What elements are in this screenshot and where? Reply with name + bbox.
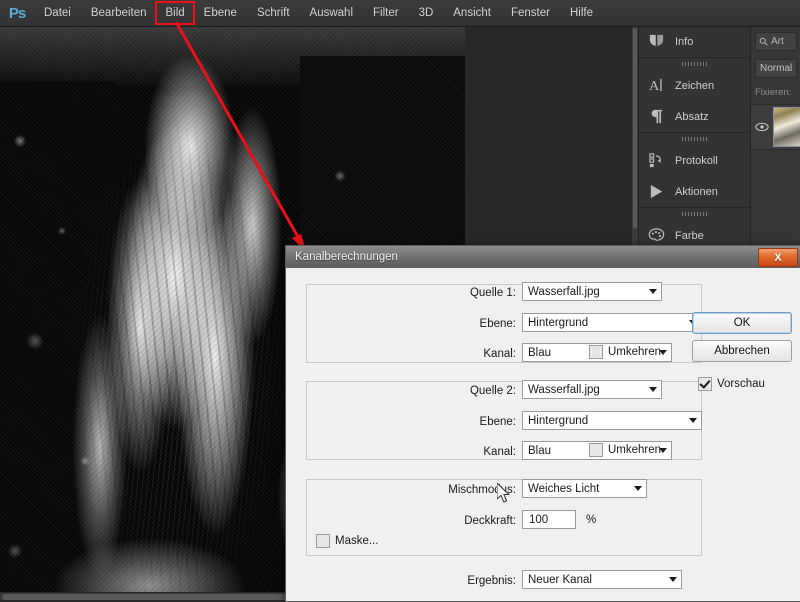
dock-group-2: Protokoll Aktionen bbox=[639, 133, 751, 208]
source2-source-select[interactable]: Wasserfall.jpg bbox=[522, 380, 662, 399]
layer-filter-label: Art bbox=[771, 36, 784, 47]
dialog-body: Quelle 1: Wasserfall.jpg Ebene: Hintergr… bbox=[286, 268, 800, 601]
source1-layer-label: Ebene: bbox=[479, 318, 516, 330]
close-icon[interactable]: X bbox=[758, 248, 798, 267]
dock-item-label: Protokoll bbox=[675, 154, 718, 167]
dock-group-1: A Zeichen Absatz bbox=[639, 58, 751, 133]
blend-mode-value: Weiches Licht bbox=[528, 482, 600, 495]
ok-button[interactable]: OK bbox=[692, 312, 792, 334]
menu-item-3d[interactable]: 3D bbox=[410, 3, 443, 23]
layer-row[interactable] bbox=[751, 104, 800, 150]
dock-item-label: Zeichen bbox=[675, 79, 715, 92]
menu-item-fenster[interactable]: Fenster bbox=[502, 3, 559, 23]
source2-layer-select[interactable]: Hintergrund bbox=[522, 411, 702, 430]
dock-item-absatz[interactable]: Absatz bbox=[639, 101, 751, 132]
source1-source-select[interactable]: Wasserfall.jpg bbox=[522, 282, 662, 301]
search-icon bbox=[759, 37, 768, 46]
paragraph-icon bbox=[647, 107, 666, 126]
menu-bar: Ps Datei Bearbeiten Bild Ebene Schrift Auswah… bbox=[0, 0, 800, 27]
source2-layer-label: Ebene: bbox=[479, 416, 516, 428]
source2-source-value: Wasserfall.jpg bbox=[528, 383, 600, 396]
menu-item-hilfe[interactable]: Hilfe bbox=[561, 3, 602, 23]
dock-group-0: Info bbox=[639, 26, 751, 58]
result-value: Neuer Kanal bbox=[528, 573, 592, 586]
info-icon bbox=[647, 32, 666, 51]
dock-item-label: Farbe bbox=[675, 229, 704, 242]
character-icon: A bbox=[647, 76, 666, 95]
dock-item-label: Info bbox=[675, 35, 694, 48]
source1-invert-checkbox[interactable]: Umkehren bbox=[589, 345, 661, 359]
layer-blend-mode-select[interactable]: Normal bbox=[755, 59, 797, 78]
dock-grip-handle[interactable] bbox=[639, 58, 751, 70]
source2-invert-label: Umkehren bbox=[608, 444, 662, 456]
mask-label: Maske... bbox=[335, 535, 379, 547]
scrollbar-thumb[interactable] bbox=[633, 28, 637, 228]
color-palette-icon bbox=[647, 226, 666, 245]
menu-item-auswahl[interactable]: Auswahl bbox=[301, 3, 362, 23]
preview-label: Vorschau bbox=[717, 378, 765, 390]
opacity-label: Deckkraft: bbox=[464, 515, 516, 527]
dialog-title: Kanalberechnungen bbox=[295, 251, 398, 263]
blend-mode-label: Mischmodus: bbox=[448, 484, 516, 496]
dock-grip-handle[interactable] bbox=[639, 208, 751, 220]
menu-item-bearbeiten[interactable]: Bearbeiten bbox=[82, 3, 156, 23]
dock-item-label: Aktionen bbox=[675, 185, 718, 198]
kanalberechnungen-dialog: Kanalberechnungen X Quelle 1: Wasserfall… bbox=[285, 245, 800, 602]
blend-mode-select[interactable]: Weiches Licht bbox=[522, 479, 647, 498]
source1-invert-label: Umkehren bbox=[608, 346, 662, 358]
menu-item-datei[interactable]: Datei bbox=[35, 3, 80, 23]
history-icon bbox=[647, 151, 666, 170]
source2-source-label: Quelle 2: bbox=[469, 385, 516, 397]
layer-thumbnail[interactable] bbox=[772, 107, 800, 147]
source2-layer-value: Hintergrund bbox=[528, 414, 589, 427]
dock-item-aktionen[interactable]: Aktionen bbox=[639, 176, 751, 207]
menu-item-filter[interactable]: Filter bbox=[364, 3, 408, 23]
source2-channel-label: Kanal: bbox=[483, 446, 516, 458]
checkbox-box bbox=[698, 377, 712, 391]
dialog-titlebar[interactable]: Kanalberechnungen X bbox=[286, 246, 800, 269]
menu-item-ansicht[interactable]: Ansicht bbox=[444, 3, 500, 23]
dock-item-info[interactable]: Info bbox=[639, 26, 751, 57]
actions-play-icon bbox=[647, 182, 666, 201]
checkbox-box bbox=[316, 534, 330, 548]
result-select[interactable]: Neuer Kanal bbox=[522, 570, 682, 589]
checkbox-box bbox=[589, 345, 603, 359]
svg-text:A: A bbox=[649, 78, 660, 94]
dock-grip-handle[interactable] bbox=[639, 133, 751, 145]
dock-item-protokoll[interactable]: Protokoll bbox=[639, 145, 751, 176]
dock-item-zeichen[interactable]: A Zeichen bbox=[639, 70, 751, 101]
chevron-down-icon bbox=[645, 289, 661, 294]
dock-item-label: Absatz bbox=[675, 110, 709, 123]
visibility-eye-icon[interactable] bbox=[754, 119, 770, 135]
menu-items: Datei Bearbeiten Bild Ebene Schrift Auswahl Fi… bbox=[34, 1, 603, 25]
layer-lock-label: Fixieren: bbox=[755, 87, 792, 98]
result-label: Ergebnis: bbox=[467, 575, 516, 587]
source1-source-value: Wasserfall.jpg bbox=[528, 285, 600, 298]
mask-checkbox[interactable]: Maske... bbox=[316, 534, 378, 548]
opacity-input[interactable]: 100 bbox=[522, 510, 576, 529]
preview-checkbox[interactable]: Vorschau bbox=[698, 377, 765, 391]
photoshop-logo: Ps bbox=[8, 4, 26, 22]
opacity-unit: % bbox=[586, 514, 597, 526]
layer-blend-mode-value: Normal bbox=[760, 63, 793, 74]
checkbox-box bbox=[589, 443, 603, 457]
chevron-down-icon bbox=[645, 387, 661, 392]
chevron-down-icon bbox=[685, 418, 701, 423]
menu-item-ebene[interactable]: Ebene bbox=[195, 3, 246, 23]
layer-filter-search[interactable]: Art bbox=[755, 32, 797, 51]
source1-source-label: Quelle 1: bbox=[469, 287, 516, 299]
source2-invert-checkbox[interactable]: Umkehren bbox=[589, 443, 661, 457]
source1-channel-label: Kanal: bbox=[483, 348, 516, 360]
source1-layer-select[interactable]: Hintergrund bbox=[522, 313, 702, 332]
source1-layer-value: Hintergrund bbox=[528, 316, 589, 329]
menu-item-schrift[interactable]: Schrift bbox=[248, 3, 299, 23]
scrollbar-thumb[interactable] bbox=[2, 594, 302, 600]
cancel-button[interactable]: Abbrechen bbox=[692, 340, 792, 362]
menu-item-bild[interactable]: Bild bbox=[155, 1, 195, 25]
chevron-down-icon bbox=[665, 577, 681, 582]
chevron-down-icon bbox=[630, 486, 646, 491]
